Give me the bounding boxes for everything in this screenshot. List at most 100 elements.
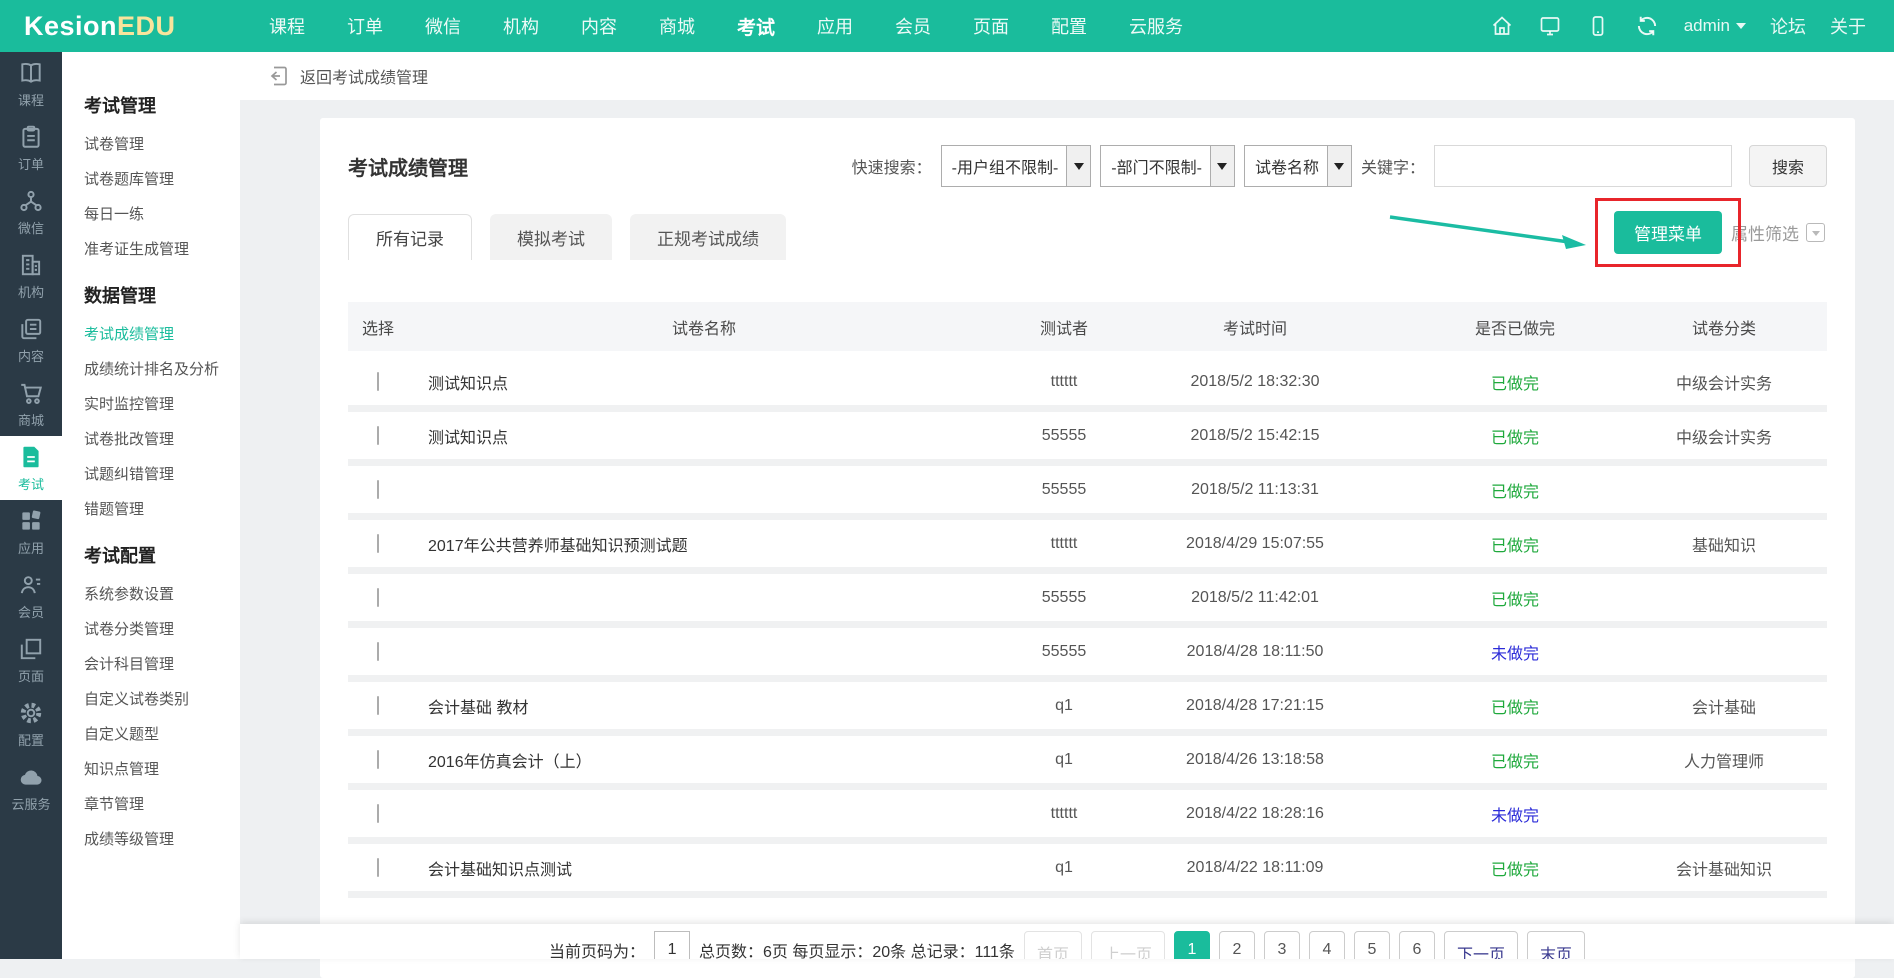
panel-header: 考试成绩管理 快速搜索： -用户组不限制- -部门不限制- 试卷名称 关键字： … (348, 142, 1827, 190)
sidebar-menu-entry[interactable]: 考试配置 (84, 542, 240, 568)
sidebar-menu-entry[interactable]: 考试管理 (84, 92, 240, 118)
department-select[interactable]: -部门不限制- (1100, 145, 1235, 187)
rail-label: 内容 (18, 346, 44, 365)
rail-item-content[interactable]: 内容 (0, 308, 62, 372)
row-checkbox[interactable] (377, 426, 379, 445)
col-header-exam-time: 考试时间 (1128, 315, 1382, 339)
page-button[interactable]: 3 (1264, 931, 1300, 959)
search-button[interactable]: 搜索 (1749, 145, 1827, 187)
about-link[interactable]: 关于 (1830, 13, 1866, 39)
sidebar-menu-entry[interactable]: 数据管理 (84, 282, 240, 308)
app-logo[interactable]: KesionEDU (0, 11, 248, 42)
page-button[interactable]: 4 (1309, 931, 1345, 959)
rail-item-exam[interactable]: 考试 (0, 436, 62, 500)
manage-menu-button[interactable]: 管理菜单 (1614, 211, 1722, 254)
sidebar-menu-entry[interactable]: 准考证生成管理 (84, 231, 240, 266)
keyword-input[interactable] (1434, 145, 1732, 187)
sidebar-menu-entry[interactable]: 考试成绩管理 (84, 316, 240, 351)
row-checkbox[interactable] (377, 858, 379, 877)
page-button[interactable]: 末页 (1527, 931, 1585, 959)
rail-item-pages[interactable]: 页面 (0, 628, 62, 692)
rail-item-wechat[interactable]: 微信 (0, 180, 62, 244)
row-checkbox[interactable] (377, 696, 379, 715)
admin-menu[interactable]: admin (1684, 16, 1746, 36)
top-nav-item[interactable]: 课程 (248, 13, 326, 39)
cart-icon (18, 380, 44, 406)
row-checkbox[interactable] (377, 642, 379, 661)
filter-chevron-box-icon (1806, 223, 1825, 242)
rail-label: 考试 (18, 474, 44, 493)
sidebar-menu-entry[interactable]: 实时监控管理 (84, 386, 240, 421)
row-checkbox[interactable] (377, 534, 379, 553)
page-button[interactable]: 6 (1399, 931, 1435, 959)
row-checkbox[interactable] (377, 804, 379, 823)
row-checkbox[interactable] (377, 480, 379, 499)
topbar-right: admin 论坛 关于 (1490, 13, 1894, 39)
rail-item-courses[interactable]: 课程 (0, 52, 62, 116)
sidebar-menu-entry[interactable]: 试卷题库管理 (84, 161, 240, 196)
sidebar-menu-entry[interactable]: 系统参数设置 (84, 576, 240, 611)
page-button[interactable]: 首页 (1024, 931, 1082, 959)
attribute-filter-toggle[interactable]: 属性筛选 (1731, 220, 1825, 245)
monitor-icon[interactable] (1538, 14, 1562, 38)
usergroup-select[interactable]: -用户组不限制- (941, 145, 1092, 187)
refresh-icon[interactable] (1634, 13, 1660, 39)
tab-all-records[interactable]: 所有记录 (348, 214, 472, 260)
top-nav-item[interactable]: 会员 (874, 13, 952, 39)
col-header-select: 选择 (348, 315, 408, 339)
sidebar-menu-entry[interactable]: 试题纠错管理 (84, 456, 240, 491)
rail-item-members[interactable]: 会员 (0, 564, 62, 628)
row-checkbox[interactable] (377, 372, 379, 391)
row-checkbox[interactable] (377, 750, 379, 769)
rail-item-institution[interactable]: 机构 (0, 244, 62, 308)
breadcrumb-back-link[interactable]: 返回考试成绩管理 (300, 64, 428, 88)
sidebar-menu-entry[interactable]: 每日一练 (84, 196, 240, 231)
back-return-icon[interactable] (266, 64, 290, 88)
sidebar-menu-entry[interactable]: 成绩等级管理 (84, 821, 240, 856)
mobile-icon[interactable] (1586, 14, 1610, 38)
page-button[interactable]: 2 (1219, 931, 1255, 959)
sidebar-menu-entry[interactable]: 自定义题型 (84, 716, 240, 751)
tab-mock-exam[interactable]: 模拟考试 (490, 214, 612, 260)
top-nav-item[interactable]: 微信 (404, 13, 482, 39)
top-nav-item[interactable]: 考试 (716, 13, 796, 40)
sidebar-menu-entry[interactable]: 成绩统计排名及分析 (84, 351, 240, 386)
cell-paper-name: 2016年仿真会计（上） (408, 748, 1000, 772)
rail-item-settings[interactable]: 配置 (0, 692, 62, 756)
table-row: 会计基础知识点测试 q1 2018/4/22 18:11:09 已做完 会计基础… (348, 844, 1827, 898)
page-button[interactable]: 1 (1174, 931, 1210, 959)
top-nav-item[interactable]: 订单 (326, 13, 404, 39)
paper-name-select[interactable]: 试卷名称 (1244, 145, 1352, 187)
rail-item-cloud[interactable]: 云服务 (0, 756, 62, 820)
sidebar-menu-entry[interactable]: 会计科目管理 (84, 646, 240, 681)
sidebar-menu-entry[interactable]: 试卷管理 (84, 126, 240, 161)
top-nav-item[interactable]: 云服务 (1108, 13, 1204, 39)
sidebar-menu-entry[interactable]: 章节管理 (84, 786, 240, 821)
top-nav-item[interactable]: 内容 (560, 13, 638, 39)
top-nav-item[interactable]: 配置 (1030, 13, 1108, 39)
page-button[interactable]: 下一页 (1444, 931, 1518, 959)
forum-link[interactable]: 论坛 (1770, 13, 1806, 39)
row-checkbox[interactable] (377, 588, 379, 607)
top-nav-item[interactable]: 页面 (952, 13, 1030, 39)
cell-tester: 55555 (1000, 589, 1128, 607)
keyword-label: 关键字： (1361, 154, 1425, 178)
current-page-input[interactable]: 1 (654, 931, 690, 959)
rail-item-mall[interactable]: 商城 (0, 372, 62, 436)
page-button[interactable]: 5 (1354, 931, 1390, 959)
sidebar-menu-entry[interactable]: 错题管理 (84, 491, 240, 526)
top-nav-item[interactable]: 机构 (482, 13, 560, 39)
rail-label: 机构 (18, 282, 44, 301)
sidebar-menu-entry[interactable]: 试卷分类管理 (84, 611, 240, 646)
rail-item-orders[interactable]: 订单 (0, 116, 62, 180)
page-button[interactable]: 上一页 (1091, 931, 1165, 959)
top-nav-item[interactable]: 商城 (638, 13, 716, 39)
home-icon[interactable] (1490, 14, 1514, 38)
rail-item-apps[interactable]: 应用 (0, 500, 62, 564)
sidebar-menu-entry[interactable]: 知识点管理 (84, 751, 240, 786)
sidebar-menu-entry[interactable]: 自定义试卷类别 (84, 681, 240, 716)
sidebar-menu-entry[interactable]: 试卷批改管理 (84, 421, 240, 456)
tab-formal-exam-results[interactable]: 正规考试成绩 (630, 214, 786, 260)
top-nav-item[interactable]: 应用 (796, 13, 874, 39)
current-page-label: 当前页码为： (549, 931, 645, 959)
